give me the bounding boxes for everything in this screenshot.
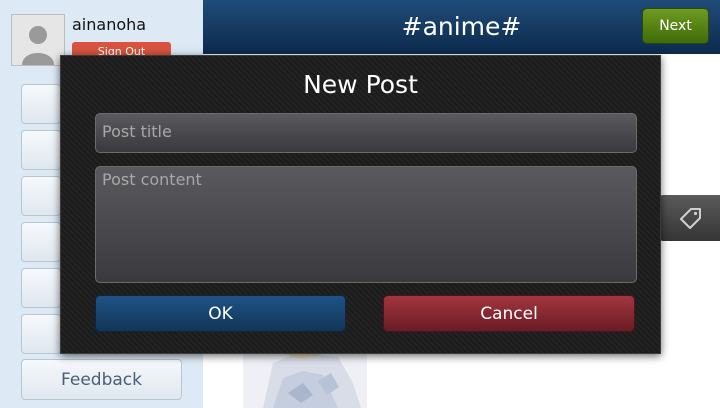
tag-icon <box>680 208 701 229</box>
cancel-button[interactable]: Cancel <box>383 295 635 332</box>
new-post-dialog: New Post Post title Post content OK Canc… <box>60 55 661 354</box>
ok-button[interactable]: OK <box>95 295 346 332</box>
sidebar-button[interactable] <box>21 314 61 354</box>
sidebar-button[interactable] <box>21 222 61 262</box>
post-content-input[interactable]: Post content <box>95 166 637 283</box>
sidebar-button[interactable] <box>21 84 61 124</box>
post-thumbnail[interactable] <box>243 353 367 408</box>
tag-button[interactable] <box>660 195 720 241</box>
anime-thumbnail-image <box>243 353 367 408</box>
sidebar-button[interactable] <box>21 130 61 170</box>
post-title-input[interactable]: Post title <box>95 113 637 153</box>
sidebar-button[interactable] <box>21 268 61 308</box>
next-button[interactable]: Next <box>642 8 709 44</box>
feedback-button[interactable]: Feedback <box>21 359 182 400</box>
avatar[interactable] <box>11 14 65 66</box>
username: ainanoha <box>72 15 147 34</box>
user-silhouette-icon <box>12 15 64 65</box>
sidebar-button[interactable] <box>21 176 61 216</box>
dialog-title: New Post <box>303 70 418 99</box>
